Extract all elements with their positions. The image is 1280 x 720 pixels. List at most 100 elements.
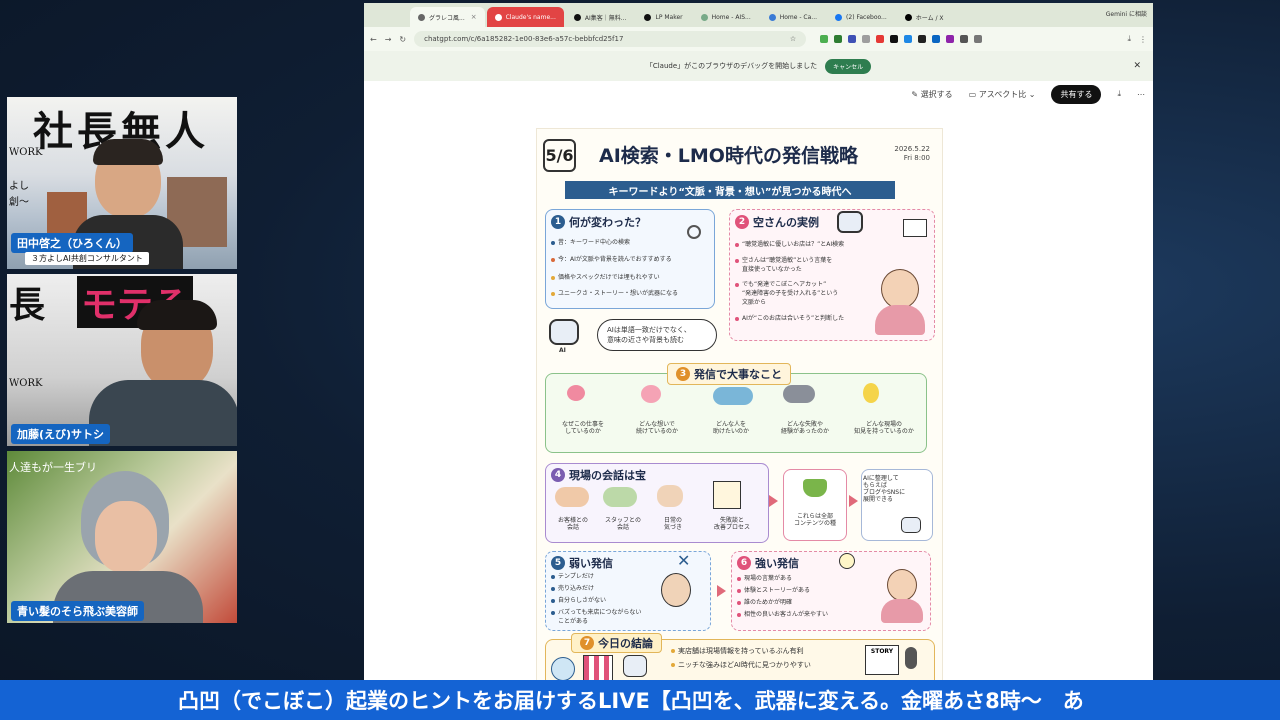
tab-favicon: [700, 13, 708, 21]
list-item-text: 昔：キーワード中心の検索: [558, 239, 631, 246]
list-item: テンプレだけ: [551, 573, 594, 581]
extension-icon[interactable]: [862, 35, 871, 43]
woman-kimono: [881, 599, 923, 623]
section-4-title: 4 現場の会話は宝: [551, 467, 646, 483]
extension-icon[interactable]: [876, 35, 885, 43]
point-card: どんな失敗や 経験があったのか: [769, 421, 841, 435]
section-number: 2: [735, 215, 749, 229]
subtitle-ribbon: キーワードより“文脈・背景・想い”が見つかる時代へ: [565, 181, 895, 199]
list-item: 現場の言葉がある: [737, 575, 792, 583]
list-item: 自分らしさがない: [551, 597, 606, 605]
card-line: 続けているのか: [635, 428, 678, 435]
browser-tab[interactable]: (2) Faceboo...: [827, 7, 895, 27]
hands-heart-icon: [641, 385, 661, 403]
participant-tile-2[interactable]: 長 モテる WORK 加藤(えび)サトシ: [7, 274, 237, 446]
ai-organize-text: AIに整理して もらえば ブログやSNSに 展開できる: [863, 475, 923, 503]
menu-dots-icon[interactable]: ⋮: [1139, 35, 1147, 44]
background-text-small: よし: [9, 181, 29, 192]
extension-icon[interactable]: [834, 35, 843, 43]
cancel-button[interactable]: キャンセル: [825, 58, 872, 74]
background-text-small: WORK: [9, 147, 43, 158]
card-line: どんな想いで: [639, 421, 675, 428]
card-line: 会話: [616, 524, 629, 531]
section-title-text: 空さんの実例: [753, 216, 819, 229]
card-line: どんな現場の: [865, 421, 902, 428]
ticker-text: 凸凹（でこぼこ）起業のヒントをお届けするLIVE【凸凹を、武器に変える。金曜あさ…: [178, 689, 1084, 713]
participant-name: 田中啓之（ひろくん）: [11, 233, 133, 253]
list-item-text: ニッチな強みほどAI時代に見つかりやすい: [678, 661, 811, 669]
background-text: 長: [9, 284, 46, 326]
woman-illustration: [887, 569, 917, 601]
conclusion-item: 実店舗は現場情報を持っているぶん有利: [671, 647, 804, 655]
tab-favicon: [768, 13, 776, 21]
list-item-text: 売り込みだけ: [558, 585, 595, 592]
gemini-button[interactable]: Gemini に相談: [1106, 9, 1147, 18]
back-icon[interactable]: ←: [370, 35, 377, 44]
download-icon[interactable]: ⤓: [1117, 89, 1121, 99]
section-number: 7: [580, 636, 594, 650]
share-button[interactable]: 共有する: [1051, 84, 1102, 104]
extension-icon[interactable]: [820, 35, 829, 43]
debug-infobar: 「Claude」がこのブラウザのデバッグを開始しました キャンセル ✕: [364, 51, 1153, 81]
notebook-icon: [713, 481, 741, 509]
browser-tab[interactable]: Home - AIS...: [693, 7, 759, 27]
card-line: ブログやSNSに: [863, 489, 906, 496]
list-item-text: テンプレだけ: [558, 573, 594, 580]
browser-tab[interactable]: Claude's name...: [486, 7, 564, 27]
forward-icon[interactable]: →: [385, 35, 392, 44]
extension-icon[interactable]: [904, 35, 913, 43]
extension-icon[interactable]: [946, 35, 955, 43]
robot-icon: [837, 211, 863, 233]
browser-tab[interactable]: LP Maker: [636, 7, 690, 27]
date-line: 2026.5.22: [894, 145, 930, 153]
list-item: “発達障害の子を受け入れる”という: [742, 290, 838, 298]
source-card: 日常の 気づき: [647, 517, 699, 531]
list-item-text: 価格やスペックだけでは埋もれやすい: [558, 274, 660, 281]
infobar-message: 「Claude」がこのブラウザのデバッグを開始しました: [645, 62, 818, 70]
more-icon[interactable]: ⋯: [1137, 90, 1145, 99]
bookmark-icon[interactable]: ☆: [790, 35, 796, 43]
list-item-text: 直接使っていなかった: [742, 266, 802, 273]
browser-tab[interactable]: グラレコ風... ×: [410, 7, 485, 27]
arrow-icon: [849, 495, 858, 507]
participant-tile-1[interactable]: 社長無人 WORK よし 創〜 田中啓之（ひろくん） ３方よしAI共創コンサルタ…: [7, 97, 237, 269]
story-book-icon: STORY: [865, 645, 899, 675]
speech-bubble: [597, 319, 717, 351]
browser-tab[interactable]: ホーム / X: [897, 7, 952, 27]
tab-favicon: [644, 13, 652, 21]
list-item-text: 空さんは“聴覚過敏”という言葉を: [742, 257, 833, 264]
download-icon[interactable]: ⤓: [1127, 34, 1131, 44]
extension-icon[interactable]: [848, 35, 857, 43]
extension-icon[interactable]: [932, 35, 941, 43]
infographic-title: AI検索・LMO時代の発信戦略: [599, 145, 858, 167]
browser-tab[interactable]: Home - Ca...: [761, 7, 825, 27]
extension-icon[interactable]: [918, 35, 927, 43]
microphone-icon: [905, 647, 917, 669]
close-icon[interactable]: ×: [471, 13, 477, 21]
list-item: 相性の良いお客さんが来やすい: [737, 611, 828, 619]
puzzle-icon[interactable]: [974, 35, 983, 43]
arrow-icon: [717, 585, 726, 597]
participant-subtitle: ３方よしAI共創コンサルタント: [25, 252, 149, 265]
aspect-button[interactable]: ▭ アスペクト比 ⌄: [969, 89, 1036, 100]
tab-label: Home - AIS...: [711, 13, 751, 21]
extension-icon[interactable]: [890, 35, 899, 43]
close-icon[interactable]: ✕: [1133, 61, 1141, 71]
browser-tab[interactable]: AI集客｜無料...: [566, 7, 635, 27]
extension-icons: [820, 35, 983, 43]
time-line: Fri 8:00: [903, 154, 930, 162]
select-button[interactable]: ✎ 選択する: [911, 89, 952, 100]
reload-icon[interactable]: ↻: [399, 35, 406, 44]
list-item-text: 実店舗は現場情報を持っているぶん有利: [678, 647, 804, 655]
point-card: どんな人を 助けたいのか: [695, 421, 767, 435]
store-icon: [583, 655, 613, 680]
card-line: なぜこの仕事を: [561, 421, 604, 428]
section-1-title: 1 何が変わった？: [551, 214, 646, 230]
smile-icon: [839, 553, 855, 569]
extension-icon[interactable]: [960, 35, 969, 43]
list-item-text: ことがある: [558, 618, 589, 625]
participant-tile-3[interactable]: 人達もが一生ブリ 青い髪のそら飛ぶ美容師: [7, 451, 237, 623]
browser-window: グラレコ風... × Claude's name... AI集客｜無料... LP…: [364, 3, 1153, 680]
card-line: 展開できる: [863, 496, 893, 503]
url-field[interactable]: chatgpt.com/c/6a185282-1e00-83e6-a57c-be…: [414, 31, 807, 47]
